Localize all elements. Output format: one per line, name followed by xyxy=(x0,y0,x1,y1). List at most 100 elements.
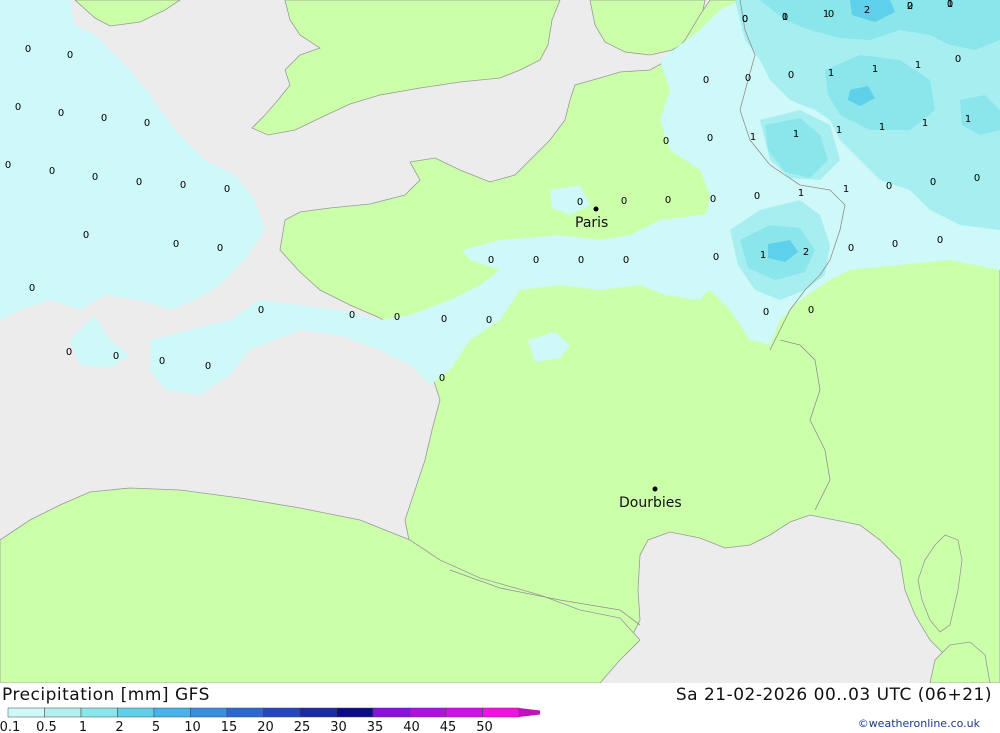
legend-tick-label: 15 xyxy=(221,720,238,733)
city-label-dourbies: Dourbies xyxy=(619,495,682,511)
precip-value: 1 xyxy=(793,129,799,140)
precip-value: 0 xyxy=(441,314,447,325)
precip-value: 0 xyxy=(742,14,748,25)
legend-tick-label: 50 xyxy=(476,720,493,733)
precip-value: 1 xyxy=(782,12,788,23)
legend-swatch xyxy=(263,707,301,718)
map-timestamp: Sa 21-02-2026 00..03 UTC (06+21) xyxy=(675,685,992,705)
precip-value: 0 xyxy=(217,243,223,254)
legend-swatch xyxy=(409,707,447,718)
credit-link[interactable]: ©weatheronline.co.uk xyxy=(858,717,980,730)
legend-arrow xyxy=(519,708,540,717)
precip-value: 0 xyxy=(745,73,751,84)
precip-value: 0 xyxy=(577,197,583,208)
precip-value: 0 xyxy=(665,195,671,206)
legend-swatch xyxy=(445,707,483,718)
precip-value: 0 xyxy=(703,75,709,86)
precip-value: 1 xyxy=(879,122,885,133)
precip-value: 0 xyxy=(713,252,719,263)
precip-value: 0 xyxy=(578,255,584,266)
legend-swatch xyxy=(482,707,520,718)
legend-tick-label: 45 xyxy=(440,720,457,733)
precip-value: 2 xyxy=(803,247,809,258)
precip-value: 0 xyxy=(29,283,35,294)
precip-value: 0 xyxy=(144,118,150,129)
precip-value: 0 xyxy=(707,133,713,144)
precip-value: 1 xyxy=(750,132,756,143)
precip-value: 1 xyxy=(798,188,804,199)
map-canvas: 0 0 0 0 0 0 0 0 0 0 0 0 0 0 0 0 0 0 0 0 0 0 0 0 0 0 0 0 0 0 0 0 0 0 0 0 0 0 0 0… xyxy=(0,0,1000,683)
precip-value: 0 xyxy=(101,113,107,124)
precip-value: 0 xyxy=(25,44,31,55)
legend-tick-label: 1 xyxy=(79,720,87,733)
city-marker xyxy=(652,486,658,492)
precip-value: 0 xyxy=(224,184,230,195)
precip-value: 0 xyxy=(136,177,142,188)
precip-value: 0 xyxy=(159,356,165,367)
precip-value: 0 xyxy=(83,230,89,241)
precip-value: 1 xyxy=(922,118,928,129)
legend-swatch xyxy=(226,707,264,718)
legend-swatch xyxy=(336,707,374,718)
precip-value: 1 xyxy=(836,125,842,136)
legend-swatch xyxy=(80,707,118,718)
precip-value: 0 xyxy=(15,102,21,113)
precipitation-map[interactable]: 0 0 0 0 0 0 0 0 0 0 0 0 0 0 0 0 0 0 0 0 0 0 0 0 0 0 0 0 0 0 0 0 0 0 0 0 0 0 0 0… xyxy=(0,0,1000,683)
precip-value: 0 xyxy=(892,239,898,250)
precip-value: 0 xyxy=(5,160,11,171)
legend-swatch xyxy=(153,707,191,718)
precip-value: 1 xyxy=(872,64,878,75)
legend-tick-label: 25 xyxy=(294,720,311,733)
precip-value: 0 xyxy=(66,347,72,358)
precip-value: 0 xyxy=(848,243,854,254)
precip-value: 0 xyxy=(113,351,119,362)
precip-value: 1 xyxy=(947,0,953,10)
precip-value: 1 xyxy=(843,184,849,195)
precip-value: 0 xyxy=(205,361,211,372)
legend-swatch xyxy=(299,707,337,718)
precip-value: 0 xyxy=(439,373,445,384)
precip-value: 0 xyxy=(533,255,539,266)
legend-tick-label: 35 xyxy=(367,720,384,733)
precip-value: 1 xyxy=(915,60,921,71)
legend-swatches xyxy=(7,707,540,718)
map-title: Precipitation [mm] GFS xyxy=(2,685,210,705)
precip-value: 0 xyxy=(67,50,73,61)
legend-swatch xyxy=(190,707,228,718)
legend-ticks: 0.1 0.5 1 2 5 10 15 20 25 30 35 40 45 50 xyxy=(0,720,493,733)
legend-swatch xyxy=(44,707,82,718)
precip-value: 0 xyxy=(621,196,627,207)
precip-value: 0 xyxy=(788,70,794,81)
precip-value: 0 xyxy=(763,307,769,318)
precip-value: 0 xyxy=(258,305,264,316)
precip-value: 0 xyxy=(808,305,814,316)
precip-value: 0 xyxy=(974,173,980,184)
legend-tick-label: 40 xyxy=(403,720,420,733)
legend-tick-label: 0.5 xyxy=(36,720,57,733)
precip-value: 0 xyxy=(349,310,355,321)
city-marker xyxy=(593,206,599,212)
precip-value: 0 xyxy=(486,315,492,326)
map-footer: Precipitation [mm] GFS Sa 21-02-2026 00.… xyxy=(0,683,1000,733)
legend-swatch xyxy=(117,707,155,718)
legend-tick-label: 20 xyxy=(257,720,274,733)
city-label-paris: Paris xyxy=(575,215,608,231)
precip-value: 0 xyxy=(930,177,936,188)
precip-value: 0 xyxy=(92,172,98,183)
precip-value: 2 xyxy=(907,1,913,12)
legend-tick-label: 0.1 xyxy=(0,720,20,733)
precip-value: 0 xyxy=(710,194,716,205)
legend-tick-label: 10 xyxy=(184,720,201,733)
legend-tick-label: 30 xyxy=(330,720,347,733)
legend-swatch xyxy=(7,707,45,718)
legend-tick-label: 5 xyxy=(152,720,160,733)
precip-value: 0 xyxy=(49,166,55,177)
precip-value: 0 xyxy=(937,235,943,246)
precip-value: 1 xyxy=(823,9,829,20)
precip-value: 0 xyxy=(955,54,961,65)
precip-value: 0 xyxy=(58,108,64,119)
precip-value: 0 xyxy=(663,136,669,147)
precip-value: 1 xyxy=(760,250,766,261)
precip-value: 0 xyxy=(173,239,179,250)
precip-value: 0 xyxy=(754,191,760,202)
